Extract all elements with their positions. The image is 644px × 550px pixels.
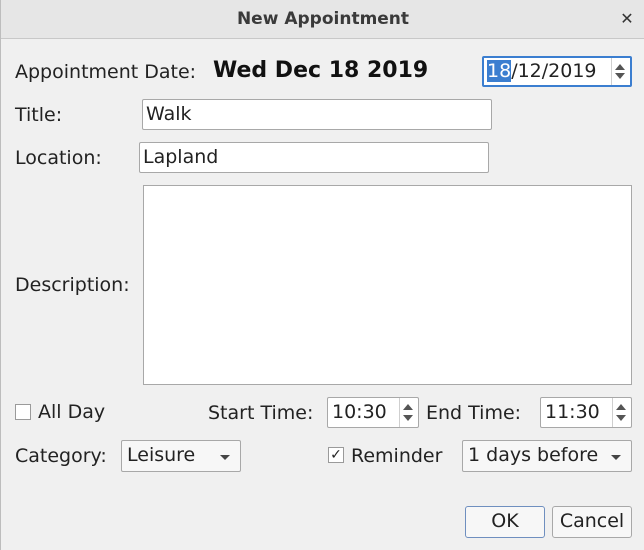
end-time-arrows[interactable] (612, 398, 631, 427)
close-icon[interactable]: ✕ (616, 8, 638, 30)
description-label: Description: (15, 274, 130, 296)
reminder-selected: 1 days before (468, 444, 599, 466)
category-label: Category: (15, 445, 107, 467)
start-time-label: Start Time: (208, 402, 314, 424)
appointment-date-display: Wed Dec 18 2019 (213, 58, 429, 83)
spinner-down-icon[interactable] (616, 415, 626, 421)
reminder-label: Reminder (351, 445, 443, 467)
category-dropdown[interactable]: Leisure (121, 440, 241, 472)
spinner-up-icon[interactable] (615, 64, 625, 70)
title-bar: New Appointment ✕ (1, 0, 644, 39)
date-spinner[interactable]: 18/12/2019 (482, 56, 632, 87)
end-time-label: End Time: (426, 402, 522, 424)
spinner-up-icon[interactable] (403, 404, 413, 410)
reminder-checkbox[interactable]: ✓ (328, 447, 344, 463)
description-textarea[interactable] (143, 185, 632, 385)
start-time-arrows[interactable] (399, 398, 418, 427)
location-label: Location: (15, 147, 102, 169)
spinner-down-icon[interactable] (615, 73, 625, 79)
start-time-value: 10:30 (332, 401, 387, 423)
title-label: Title: (15, 104, 63, 126)
dialog-title: New Appointment (236, 9, 410, 29)
chevron-down-icon (611, 455, 621, 460)
end-time-spinner[interactable]: 11:30 (540, 397, 632, 428)
date-spinner-arrows[interactable] (611, 58, 630, 85)
cancel-button[interactable]: Cancel (552, 506, 632, 538)
spinner-down-icon[interactable] (403, 415, 413, 421)
spinner-up-icon[interactable] (616, 404, 626, 410)
date-spinner-day-selection: 18 (487, 60, 512, 82)
ok-button[interactable]: OK (465, 506, 545, 538)
reminder-dropdown[interactable]: 1 days before (462, 440, 632, 472)
location-input[interactable]: Lapland (139, 142, 489, 173)
all-day-checkbox[interactable] (15, 404, 31, 420)
date-spinner-rest: /12/2019 (511, 60, 597, 82)
end-time-value: 11:30 (545, 401, 600, 423)
appointment-date-label: Appointment Date: (15, 61, 197, 83)
category-selected: Leisure (127, 444, 196, 466)
all-day-label: All Day (38, 401, 106, 423)
new-appointment-dialog: New Appointment ✕ Appointment Date: Wed … (0, 0, 644, 550)
title-input[interactable]: Walk (142, 99, 492, 130)
start-time-spinner[interactable]: 10:30 (327, 397, 419, 428)
chevron-down-icon (220, 455, 230, 460)
